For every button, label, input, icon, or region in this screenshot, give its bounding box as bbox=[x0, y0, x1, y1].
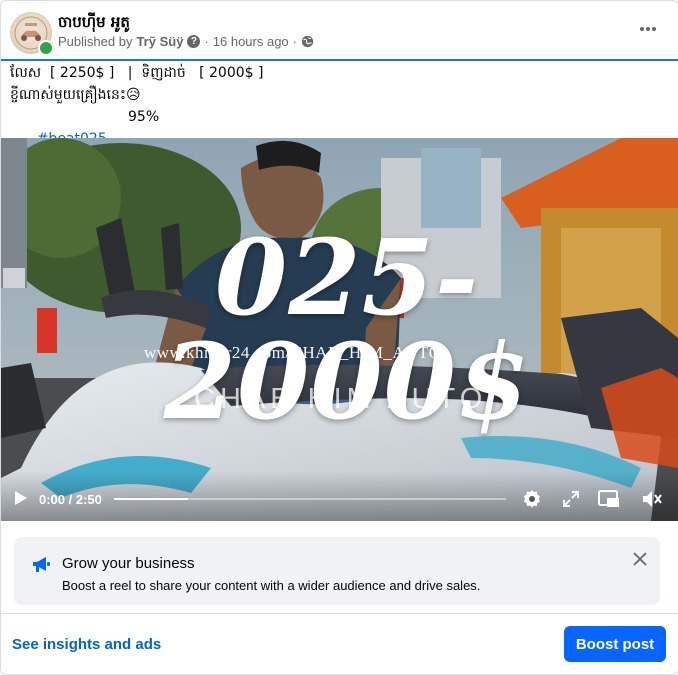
video-controls: 0:00 / 2:50 bbox=[1, 471, 678, 521]
caption-price-line: លែស [ 2250$ ] | ទិញដាច់ [ 2000$ ] bbox=[10, 65, 264, 81]
header-accent-line bbox=[1, 59, 678, 61]
post-header: ចាបហ៊ីម អូតូ Published by Trỹ Süÿ ? · 16… bbox=[1, 1, 678, 59]
video-brand-text: CHAB HIM AUTO bbox=[194, 383, 488, 415]
post-card: ចាបហ៊ីម អូតូ Published by Trỹ Süÿ ? · 16… bbox=[0, 0, 678, 675]
caption-remark-line: ខ្ចីណាស់មួយគ្រឿងនេះ😥 bbox=[10, 84, 263, 106]
duration: 2:50 bbox=[75, 492, 102, 507]
sad-emoji-icon: 😥 bbox=[126, 87, 141, 103]
globe-icon[interactable] bbox=[301, 35, 314, 48]
promo-title: Grow your business bbox=[62, 555, 195, 572]
post-time[interactable]: 16 hours ago bbox=[213, 34, 289, 49]
expand-icon[interactable] bbox=[562, 490, 580, 513]
video-player[interactable]: 025-2000$ www.khmer24.com/CHAB_HIM_AUTO … bbox=[1, 138, 678, 521]
video-progress-bar[interactable] bbox=[114, 498, 506, 500]
author-link[interactable]: Trỹ Süÿ bbox=[136, 34, 183, 49]
published-prefix: Published by bbox=[58, 34, 133, 49]
boost-post-button[interactable]: Boost post bbox=[564, 626, 666, 662]
video-progress-fill bbox=[114, 498, 189, 500]
promo-subtitle: Boost a reel to share your content with … bbox=[62, 578, 481, 593]
play-icon[interactable] bbox=[13, 490, 29, 511]
condition-percent: 95% bbox=[128, 109, 160, 125]
see-insights-link[interactable]: See insights and ads bbox=[12, 636, 161, 653]
close-icon[interactable] bbox=[630, 549, 650, 569]
video-watermark-url: www.khmer24.com/CHAB_HIM_AUTO bbox=[144, 343, 442, 362]
time-separator: / bbox=[65, 492, 76, 507]
online-status-dot bbox=[38, 40, 54, 56]
post-meta: Published by Trỹ Süÿ ? · 16 hours ago · bbox=[58, 34, 314, 49]
more-icon[interactable] bbox=[638, 19, 658, 39]
page-name-link[interactable]: ចាបហ៊ីម អូតូ bbox=[58, 13, 130, 35]
gear-icon[interactable] bbox=[522, 489, 542, 514]
question-icon[interactable]: ? bbox=[187, 35, 201, 48]
grow-business-banner: Grow your business Boost a reel to share… bbox=[14, 537, 660, 605]
footer-divider bbox=[1, 613, 678, 614]
megaphone-icon bbox=[31, 556, 51, 579]
pip-icon[interactable] bbox=[598, 489, 620, 514]
meta-separator-2: · bbox=[292, 34, 298, 49]
video-time: 0:00 / 2:50 bbox=[39, 492, 102, 507]
caption-remark-text: ខ្ចីណាស់មួយគ្រឿងនេះ bbox=[10, 87, 127, 103]
mute-icon[interactable] bbox=[641, 489, 663, 514]
meta-separator: · bbox=[204, 34, 209, 49]
current-time: 0:00 bbox=[39, 492, 66, 507]
